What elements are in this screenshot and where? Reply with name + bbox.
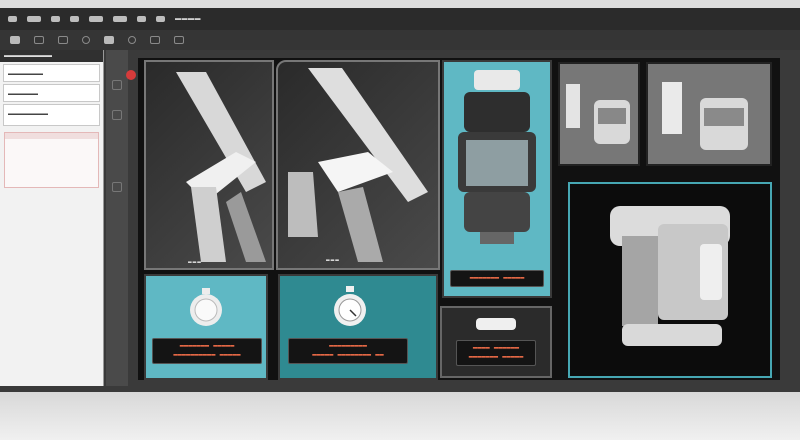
filter-cartridge-panel[interactable]: ▬▬▬▬▬▬▬ ▬▬▬▬▬: [442, 60, 552, 298]
tool-illustration: [288, 68, 428, 262]
tool-icon[interactable]: [112, 80, 122, 90]
tool-button[interactable]: [58, 36, 68, 44]
panel-caption: ▬▬▬: [326, 256, 340, 263]
tool-button[interactable]: [10, 36, 20, 44]
tool-button[interactable]: [104, 36, 114, 44]
panel-label: ▬▬▬▬▬▬▬ ▬▬▬▬▬: [450, 270, 544, 287]
menu-item[interactable]: [137, 16, 146, 22]
tool-button[interactable]: [82, 36, 90, 44]
pan-illustration: [566, 84, 630, 144]
pan-panel-large[interactable]: [646, 62, 772, 166]
app-title: ▬▬▬▬: [175, 16, 201, 22]
tool-button[interactable]: [174, 36, 184, 44]
sidebar-item[interactable]: ▬▬▬▬▬▬▬▬: [3, 104, 100, 126]
tool-panel-2[interactable]: ▬▬▬: [276, 60, 440, 270]
monitor-top-bezel: [0, 0, 800, 8]
tool-button[interactable]: [34, 36, 44, 44]
stopwatch-icon: [334, 286, 366, 326]
monitor-bottom-bezel: [0, 392, 800, 440]
tool-icon[interactable]: [112, 182, 122, 192]
toolbar: [0, 30, 800, 50]
connector-panel[interactable]: ▬▬▬▬ ▬▬▬▬▬▬ ▬▬▬▬▬▬▬ ▬▬▬▬▬: [440, 306, 552, 378]
connector-illustration: [476, 318, 516, 330]
panel-label: ▬▬▬▬ ▬▬▬▬▬▬ ▬▬▬▬▬▬▬ ▬▬▬▬▬: [456, 340, 536, 366]
tool-panel-1[interactable]: ▬▬▬: [144, 60, 274, 270]
tool-button[interactable]: [150, 36, 160, 44]
sidebar-item[interactable]: ▬▬▬▬▬▬▬: [3, 64, 100, 82]
stopwatch-panel-1[interactable]: ▬▬▬▬▬▬▬ ▬▬▬▬▬ ▬▬▬▬▬▬▬▬▬▬ ▬▬▬▬▬: [144, 274, 268, 380]
pan-panel-small[interactable]: [558, 62, 640, 166]
pan-illustration: [662, 82, 748, 150]
sidebar-item[interactable]: ▬▬▬▬▬▬: [3, 84, 100, 102]
menu-item[interactable]: [70, 16, 79, 22]
tool-illustration: [176, 72, 266, 262]
stopwatch-icon: [190, 288, 222, 326]
image-canvas[interactable]: ▬▬▬ ▬▬▬ ▬▬▬▬▬▬▬ ▬▬▬▬▬ ▬▬▬▬▬▬▬ ▬▬▬▬▬ ▬▬▬▬…: [138, 58, 780, 380]
menu-item[interactable]: [51, 16, 60, 22]
tool-icon[interactable]: [112, 110, 122, 120]
window-control-icon[interactable]: [8, 16, 17, 22]
left-sidebar: ▬▬▬▬▬▬▬▬ ▬▬▬▬▬▬▬ ▬▬▬▬▬▬ ▬▬▬▬▬▬▬▬: [0, 50, 104, 386]
sidebar-preview-card[interactable]: [4, 132, 99, 188]
vertical-toolstrip: [106, 50, 128, 386]
cartridge-illustration: [458, 70, 536, 244]
stopwatch-panel-2[interactable]: ▬▬▬▬▬▬▬▬▬ ▬▬▬▬▬ ▬▬▬▬▬▬▬▬ ▬▬: [278, 274, 438, 380]
menu-item[interactable]: [113, 16, 127, 22]
sidebar-title: ▬▬▬▬▬▬▬▬: [0, 50, 103, 62]
panel-label: ▬▬▬▬▬▬▬▬▬ ▬▬▬▬▬ ▬▬▬▬▬▬▬▬ ▬▬: [288, 338, 408, 364]
device-housing-panel[interactable]: [568, 182, 772, 378]
menu-item[interactable]: [27, 16, 41, 22]
menu-item[interactable]: [89, 16, 103, 22]
panel-caption: ▬▬▬: [188, 258, 202, 265]
panel-label: ▬▬▬▬▬▬▬ ▬▬▬▬▬ ▬▬▬▬▬▬▬▬▬▬ ▬▬▬▬▬: [152, 338, 262, 364]
menu-item[interactable]: [156, 16, 165, 22]
title-bar: ▬▬▬▬: [0, 8, 800, 30]
record-icon[interactable]: [126, 70, 136, 80]
device-illustration: [610, 206, 730, 346]
tool-button[interactable]: [128, 36, 136, 44]
